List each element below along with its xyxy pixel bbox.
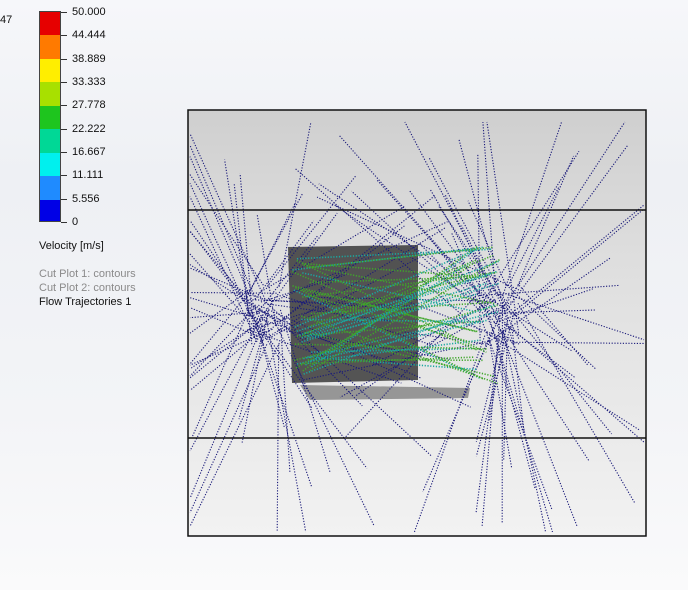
graphics-viewport[interactable]: [0, 0, 688, 590]
